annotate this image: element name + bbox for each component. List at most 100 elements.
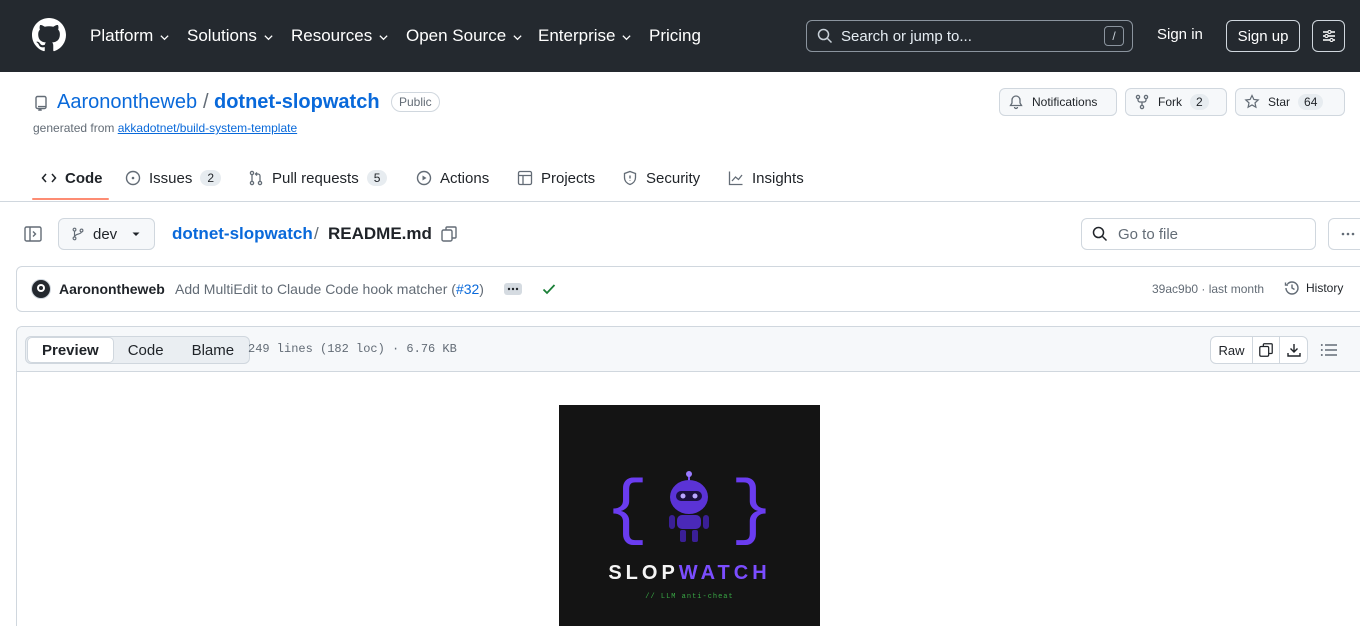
fork-label: Fork [1158, 95, 1182, 109]
tab-label: Issues [149, 169, 193, 187]
file-actions-group: Raw [1210, 336, 1308, 364]
repo-owner-link[interactable]: Aaronontheweb [57, 91, 197, 114]
history-button[interactable]: History [1284, 280, 1343, 296]
sliders-icon [1322, 30, 1335, 42]
nav-enterprise[interactable]: Enterprise [538, 24, 632, 48]
commit-sha: 39ac9b0 [1152, 282, 1199, 296]
chevron-down-icon [160, 34, 169, 40]
nav-label: Resources [291, 26, 373, 45]
download-button[interactable] [1280, 337, 1307, 363]
sidebar-expand-icon[interactable] [24, 226, 42, 242]
view-mode-switcher: Preview Code Blame [25, 336, 251, 364]
svg-text:{: { [605, 470, 648, 552]
expand-commit-message-button[interactable] [504, 283, 522, 295]
nav-label: Enterprise [538, 26, 616, 45]
fork-button[interactable]: Fork 2 [1125, 88, 1227, 116]
nav-solutions[interactable]: Solutions [187, 24, 274, 48]
commit-author-link[interactable]: Aaronontheweb [59, 281, 165, 297]
tab-pull-requests[interactable]: Pull requests 5 [248, 168, 388, 188]
nav-pricing[interactable]: Pricing [649, 24, 701, 48]
tab-label: Projects [541, 169, 596, 187]
nav-label: Open Source [406, 26, 507, 45]
breadcrumb-separator: / [314, 224, 319, 243]
nav-resources[interactable]: Resources [291, 24, 389, 48]
history-label: History [1306, 281, 1344, 295]
nav-platform[interactable]: Platform [90, 24, 170, 48]
nav-open-source[interactable]: Open Source [406, 24, 523, 48]
commit-message[interactable]: Add MultiEdit to Claude Code hook matche… [175, 281, 484, 297]
tab-label: Insights [752, 169, 804, 187]
visibility-badge: Public [391, 92, 440, 112]
star-button[interactable]: Star 64 [1235, 88, 1345, 116]
search-icon [817, 28, 833, 44]
logo-wordmark-part2: WATCH [678, 562, 771, 584]
breadcrumb-file-name: README.md [328, 224, 432, 243]
tab-insights[interactable]: Insights [728, 168, 804, 188]
tab-label: Code [65, 169, 103, 187]
file-stats: 249 lines (182 loc) · 6.76 KB [248, 342, 457, 356]
active-tab-indicator [32, 198, 109, 200]
copy-raw-button[interactable] [1253, 337, 1280, 363]
search-shortcut-hint: / [1104, 26, 1124, 46]
tab-count: 2 [200, 170, 222, 186]
site-menu-button[interactable] [1312, 20, 1345, 52]
view-code-button[interactable]: Code [114, 337, 178, 363]
chevron-down-icon [379, 34, 388, 40]
more-options-button[interactable] [1328, 218, 1360, 250]
template-repo-link[interactable]: akkadotnet/build-system-template [118, 121, 297, 135]
search-icon [1092, 226, 1108, 242]
go-to-file-placeholder: Go to file [1118, 225, 1179, 243]
commit-message-end: ) [479, 281, 484, 297]
play-icon [416, 170, 432, 186]
notifications-button[interactable]: Notifications [999, 88, 1117, 116]
tab-count: 5 [366, 170, 388, 186]
branch-selector[interactable]: dev [58, 218, 155, 250]
commit-sha-and-time[interactable]: 39ac9b0 · last month [1152, 282, 1264, 296]
sign-up-button[interactable]: Sign up [1226, 20, 1300, 52]
tab-actions[interactable]: Actions [416, 168, 489, 188]
logo-wordmark: SLOPWATCH [559, 562, 820, 585]
logo-tagline: // LLM anti-cheat [645, 593, 734, 601]
repo-name-link[interactable]: dotnet-slopwatch [214, 91, 380, 114]
global-search-input[interactable]: Search or jump to... / [806, 20, 1133, 52]
logo-wordmark-part1: SLOP [608, 562, 679, 584]
generated-from-text: generated from akkadotnet/build-system-t… [33, 121, 297, 135]
tab-projects[interactable]: Projects [517, 168, 595, 188]
avatar[interactable] [31, 279, 51, 299]
table-icon [517, 170, 533, 186]
commit-message-text: Add MultiEdit to Claude Code hook matche… [175, 281, 456, 297]
github-logo-icon[interactable] [32, 18, 66, 52]
chevron-down-icon [622, 34, 632, 40]
tab-label: Actions [440, 169, 490, 187]
view-preview-button[interactable]: Preview [27, 337, 114, 363]
list-unordered-icon[interactable] [1320, 342, 1338, 358]
sign-in-link[interactable]: Sign in [1157, 26, 1203, 43]
fork-count: 2 [1190, 94, 1209, 110]
chevron-down-icon [264, 34, 273, 40]
kebab-horizontal-icon [1341, 232, 1355, 236]
graph-icon [728, 171, 743, 186]
view-blame-button[interactable]: Blame [178, 337, 249, 363]
ellipsis-icon [507, 287, 519, 291]
nav-label: Solutions [187, 26, 257, 45]
shield-icon [623, 170, 637, 186]
star-icon [1244, 94, 1260, 109]
tab-security[interactable]: Security [622, 168, 700, 188]
star-count: 64 [1298, 94, 1324, 110]
svg-text:}: } [730, 470, 773, 552]
nav-label: Pricing [649, 26, 701, 45]
repo-forked-icon [1135, 94, 1149, 110]
commit-time: last month [1208, 282, 1265, 296]
git-pull-request-icon [249, 170, 263, 186]
raw-button[interactable]: Raw [1211, 337, 1253, 363]
check-icon[interactable] [541, 281, 557, 297]
tab-code[interactable]: Code [41, 168, 103, 188]
tab-label: Pull requests [272, 169, 359, 187]
repo-icon [35, 95, 47, 111]
copy-icon[interactable] [440, 225, 458, 243]
tab-issues[interactable]: Issues 2 [125, 168, 222, 188]
commit-pr-link[interactable]: #32 [456, 281, 479, 297]
search-placeholder: Search or jump to... [841, 27, 972, 45]
breadcrumb-repo-link[interactable]: dotnet-slopwatch [172, 224, 313, 244]
go-to-file-input[interactable]: Go to file [1081, 218, 1316, 250]
